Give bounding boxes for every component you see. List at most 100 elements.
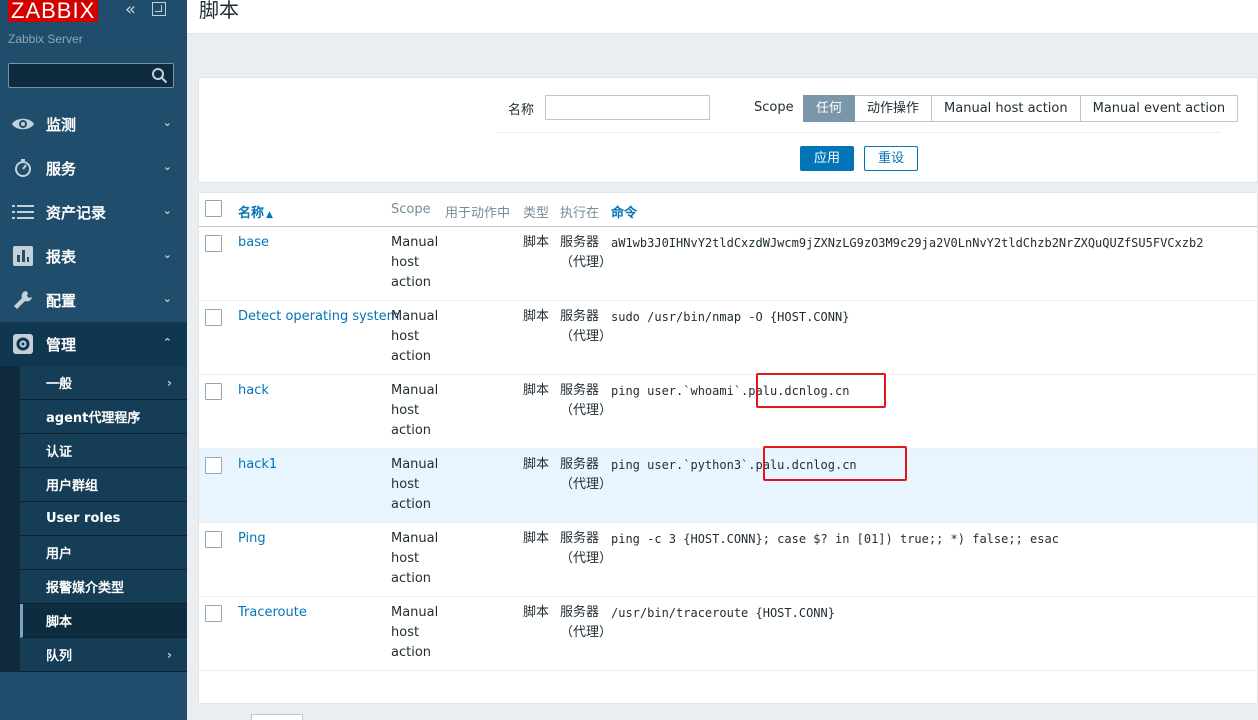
select-all-checkbox[interactable] <box>205 200 222 217</box>
script-name-link[interactable]: Ping <box>238 529 266 549</box>
filter-divider <box>496 132 1221 133</box>
submenu-item-general[interactable]: 一般 › <box>20 366 187 400</box>
gear-icon <box>0 334 46 354</box>
script-command: /usr/bin/traceroute {HOST.CONN} <box>611 606 835 620</box>
submenu-label: 报警媒介类型 <box>46 581 125 596</box>
script-execute-on: 服务器 （代理） <box>560 309 613 344</box>
sort-ascending-icon: ▲ <box>266 210 273 220</box>
script-name-link[interactable]: Traceroute <box>238 603 307 623</box>
used-in-actions-column-header: 用于动作中 <box>445 206 511 221</box>
menu-item-monitoring[interactable]: 监测 ⌄ <box>0 102 187 146</box>
submenu-label: User roles <box>46 511 121 526</box>
menu-label: 配置 <box>46 291 77 310</box>
submenu-label: 用户群组 <box>46 479 99 494</box>
collapse-sidebar-icon[interactable]: « <box>125 1 136 19</box>
script-scope: Manual host action <box>391 309 439 364</box>
zabbix-logo[interactable]: ZABBIX <box>8 0 99 22</box>
script-type: 脚本 <box>523 383 550 398</box>
submenu-item-user-groups[interactable]: 用户群组 <box>20 468 187 502</box>
script-execute-on: 服务器 （代理） <box>560 235 613 270</box>
submenu-item-proxies[interactable]: agent代理程序 <box>20 400 187 434</box>
script-type: 脚本 <box>523 531 550 546</box>
submenu-label: 脚本 <box>46 615 73 630</box>
kiosk-mode-icon[interactable] <box>152 2 166 16</box>
administration-submenu: 一般 › agent代理程序 认证 用户群组 User roles 用户 报警媒介… <box>0 366 187 672</box>
script-scope: Manual host action <box>391 383 439 438</box>
chevron-down-icon: ⌄ <box>162 292 172 305</box>
reset-button[interactable]: 重设 <box>864 146 918 171</box>
server-name: Zabbix Server <box>8 32 83 46</box>
table-row: Detect operating system Manual host acti… <box>199 301 1257 375</box>
sidebar-search-input[interactable] <box>8 63 174 88</box>
script-command: ping -c 3 {HOST.CONN}; case $? in [01]) … <box>611 532 1059 546</box>
script-name-link[interactable]: hack <box>238 381 269 401</box>
submenu-item-users[interactable]: 用户 <box>20 536 187 570</box>
menu-label: 监测 <box>46 115 77 134</box>
execute-on-column-header: 执行在 <box>560 206 600 221</box>
script-name-link[interactable]: hack1 <box>238 455 277 475</box>
menu-label: 报表 <box>46 247 77 266</box>
submenu-label: agent代理程序 <box>46 411 141 426</box>
menu-label: 管理 <box>46 335 77 354</box>
menu-item-services[interactable]: 服务 ⌄ <box>0 146 187 190</box>
name-column-header[interactable]: 名称 ▲ <box>238 202 273 221</box>
row-checkbox[interactable] <box>205 383 222 400</box>
script-type: 脚本 <box>523 309 550 324</box>
menu-item-reports[interactable]: 报表 ⌄ <box>0 234 187 278</box>
scope-option-manual-event-action[interactable]: Manual event action <box>1080 95 1239 122</box>
name-filter-input[interactable] <box>545 95 710 120</box>
submenu-label: 用户 <box>46 547 73 562</box>
row-checkbox[interactable] <box>205 531 222 548</box>
menu-item-administration[interactable]: 管理 ⌃ <box>0 322 187 366</box>
script-execute-on: 服务器 （代理） <box>560 531 613 566</box>
chevron-right-icon: › <box>167 375 172 390</box>
scope-option-any[interactable]: 任何 <box>803 95 856 122</box>
chevron-down-icon: ⌄ <box>162 204 172 217</box>
scope-option-action-operation[interactable]: 动作操作 <box>855 95 933 122</box>
chevron-down-icon: ⌄ <box>162 116 172 129</box>
script-type: 脚本 <box>523 235 550 250</box>
annotation-highlight-box <box>756 373 886 408</box>
submenu-item-user-roles[interactable]: User roles <box>20 502 187 536</box>
script-execute-on: 服务器 （代理） <box>560 457 613 492</box>
bar-chart-icon <box>0 246 46 266</box>
menu-item-configuration[interactable]: 配置 ⌄ <box>0 278 187 322</box>
sidebar: ZABBIX « Zabbix Server 监测 ⌄ 服务 ⌄ 资产记录 ⌄ … <box>0 0 187 720</box>
scope-column-header: Scope <box>391 202 431 217</box>
row-checkbox[interactable] <box>205 309 222 326</box>
script-name-link[interactable]: base <box>238 233 269 253</box>
stopwatch-icon <box>0 158 46 178</box>
page-title: 脚本 <box>199 0 239 22</box>
row-checkbox[interactable] <box>205 235 222 252</box>
submenu-item-scripts[interactable]: 脚本 <box>20 604 187 638</box>
scope-segmented-control: 任何 动作操作 Manual host action Manual event … <box>803 95 1239 122</box>
script-scope: Manual host action <box>391 235 439 290</box>
paging-stub <box>251 714 303 720</box>
search-icon[interactable] <box>151 67 168 84</box>
menu-label: 资产记录 <box>46 203 107 222</box>
commands-column-header[interactable]: 命令 <box>611 202 637 221</box>
table-header: 名称 ▲ Scope 用于动作中 类型 执行在 命令 <box>199 193 1257 227</box>
script-type: 脚本 <box>523 605 550 620</box>
row-checkbox[interactable] <box>205 605 222 622</box>
submenu-item-queue[interactable]: 队列 › <box>20 638 187 672</box>
eye-icon <box>0 116 46 132</box>
script-command: sudo /usr/bin/nmap -O {HOST.CONN} <box>611 310 850 324</box>
scope-option-manual-host-action[interactable]: Manual host action <box>932 95 1081 122</box>
submenu-item-media-types[interactable]: 报警媒介类型 <box>20 570 187 604</box>
page-header <box>187 0 1258 34</box>
menu-item-inventory[interactable]: 资产记录 ⌄ <box>0 190 187 234</box>
submenu-item-authentication[interactable]: 认证 <box>20 434 187 468</box>
main-menu: 监测 ⌄ 服务 ⌄ 资产记录 ⌄ 报表 ⌄ 配置 ⌄ 管理 ⌃ 一般 › age… <box>0 102 187 672</box>
chevron-down-icon: ⌄ <box>162 248 172 261</box>
annotation-highlight-box <box>763 446 907 481</box>
apply-button[interactable]: 应用 <box>800 146 854 171</box>
table-row: base Manual host action 脚本 服务器 （代理） aW1w… <box>199 227 1257 301</box>
script-name-link[interactable]: Detect operating system <box>238 307 399 327</box>
submenu-label: 认证 <box>46 445 73 460</box>
script-command: aW1wb3J0IHNvY2tldCxzdWJwcm9jZXNzLG9zO3M9… <box>611 236 1204 250</box>
table-row: hack1 Manual host action 脚本 服务器 （代理） pin… <box>199 446 1257 523</box>
row-checkbox[interactable] <box>205 457 222 474</box>
name-filter-label: 名称 <box>508 103 535 118</box>
submenu-label: 队列 <box>46 649 73 664</box>
